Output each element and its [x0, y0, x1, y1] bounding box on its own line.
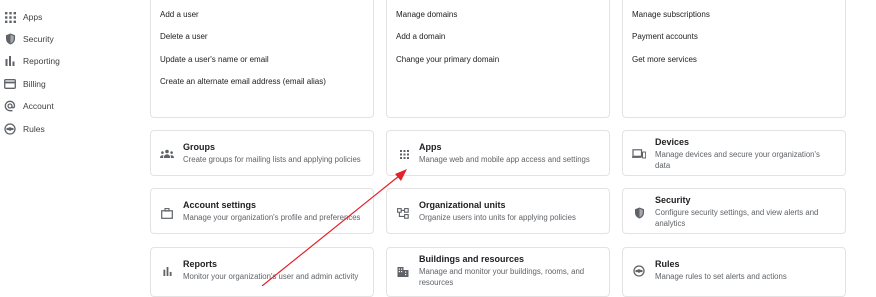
- sidebar-item-label: Reporting: [23, 56, 60, 66]
- payment-accounts-link[interactable]: Payment accounts: [632, 32, 698, 41]
- tile-title: Buildings and resources: [419, 254, 525, 264]
- sidebar-item-billing[interactable]: Billing: [0, 73, 140, 95]
- sidebar-item-security[interactable]: Security: [0, 28, 140, 50]
- get-more-services-link[interactable]: Get more services: [632, 55, 697, 64]
- bar-chart-icon: [4, 55, 16, 67]
- org-units-icon: [396, 206, 410, 220]
- change-primary-domain-link[interactable]: Change your primary domain: [396, 55, 499, 64]
- sidebar-item-reporting[interactable]: Reporting: [0, 50, 140, 72]
- add-user-link[interactable]: Add a user: [160, 10, 199, 19]
- sidebar-item-rules[interactable]: Rules: [0, 118, 140, 140]
- tile-title: Security: [655, 195, 691, 205]
- manage-subscriptions-link[interactable]: Manage subscriptions: [632, 10, 710, 19]
- update-user-link[interactable]: Update a user's name or email: [160, 55, 269, 64]
- tile-title: Reports: [183, 259, 218, 269]
- organizational-units-tile[interactable]: Organizational units Organize users into…: [386, 188, 610, 234]
- credit-card-icon: [4, 78, 16, 90]
- sidebar-item-account[interactable]: Account: [0, 95, 140, 117]
- sidebar-item-apps[interactable]: Apps: [0, 6, 140, 28]
- shield-icon: [4, 33, 16, 45]
- sidebar-item-label: Rules: [23, 124, 45, 134]
- sidebar: Apps Security Reporting Billing Account …: [0, 0, 140, 286]
- reports-tile[interactable]: Reports Monitor your organization's user…: [150, 247, 374, 297]
- sidebar-item-label: Billing: [23, 79, 46, 89]
- rules-tile[interactable]: Rules Manage rules to set alerts and act…: [622, 247, 846, 297]
- tile-title: Rules: [655, 259, 680, 269]
- building-icon: [396, 264, 410, 278]
- create-alias-link[interactable]: Create an alternate email address (email…: [160, 77, 326, 86]
- shield-icon: [632, 206, 646, 220]
- account-settings-tile[interactable]: Account settings Manage your organizatio…: [150, 188, 374, 234]
- at-sign-icon: [4, 100, 16, 112]
- tile-description: Manage your organization's profile and p…: [183, 213, 361, 222]
- delete-user-link[interactable]: Delete a user: [160, 32, 208, 41]
- devices-icon: [632, 147, 646, 161]
- tile-title: Devices: [655, 137, 690, 147]
- security-tile[interactable]: Security Configure security settings, an…: [622, 188, 846, 234]
- tile-description: Configure security settings, and view al…: [655, 208, 819, 228]
- domains-card: Manage domains Add a domain Change your …: [386, 0, 610, 118]
- tile-title: Groups: [183, 142, 216, 152]
- tile-description: Manage rules to set alerts and actions: [655, 272, 787, 281]
- tile-title: Account settings: [183, 200, 257, 210]
- sidebar-item-label: Account: [23, 101, 54, 111]
- tile-description: Create groups for mailing lists and appl…: [183, 155, 361, 164]
- sidebar-item-label: Security: [23, 34, 54, 44]
- tile-description: Monitor your organization's user and adm…: [183, 272, 359, 281]
- users-card: Add a user Delete a user Update a user's…: [150, 0, 374, 118]
- rules-icon: [4, 123, 16, 135]
- rules-icon: [632, 264, 646, 278]
- groups-icon: [160, 147, 174, 161]
- bar-chart-icon: [160, 264, 174, 278]
- billing-card: Manage subscriptions Payment accounts Ge…: [622, 0, 846, 118]
- tile-description: Organize users into units for applying p…: [419, 213, 576, 222]
- briefcase-icon: [160, 206, 174, 220]
- tile-title: Apps: [419, 142, 442, 152]
- sidebar-item-label: Apps: [23, 12, 43, 22]
- tile-description: Manage devices and secure your organizat…: [655, 150, 820, 170]
- devices-tile[interactable]: Devices Manage devices and secure your o…: [622, 130, 846, 176]
- manage-domains-link[interactable]: Manage domains: [396, 10, 457, 19]
- add-domain-link[interactable]: Add a domain: [396, 32, 445, 41]
- tile-title: Organizational units: [419, 200, 506, 210]
- apps-grid-icon: [4, 11, 16, 23]
- tile-description: Manage web and mobile app access and set…: [419, 155, 590, 164]
- buildings-resources-tile[interactable]: Buildings and resources Manage and monit…: [386, 247, 610, 297]
- tile-description: Manage and monitor your buildings, rooms…: [419, 267, 585, 287]
- groups-tile[interactable]: Groups Create groups for mailing lists a…: [150, 130, 374, 176]
- apps-grid-icon: [397, 147, 411, 161]
- apps-tile[interactable]: Apps Manage web and mobile app access an…: [386, 130, 610, 176]
